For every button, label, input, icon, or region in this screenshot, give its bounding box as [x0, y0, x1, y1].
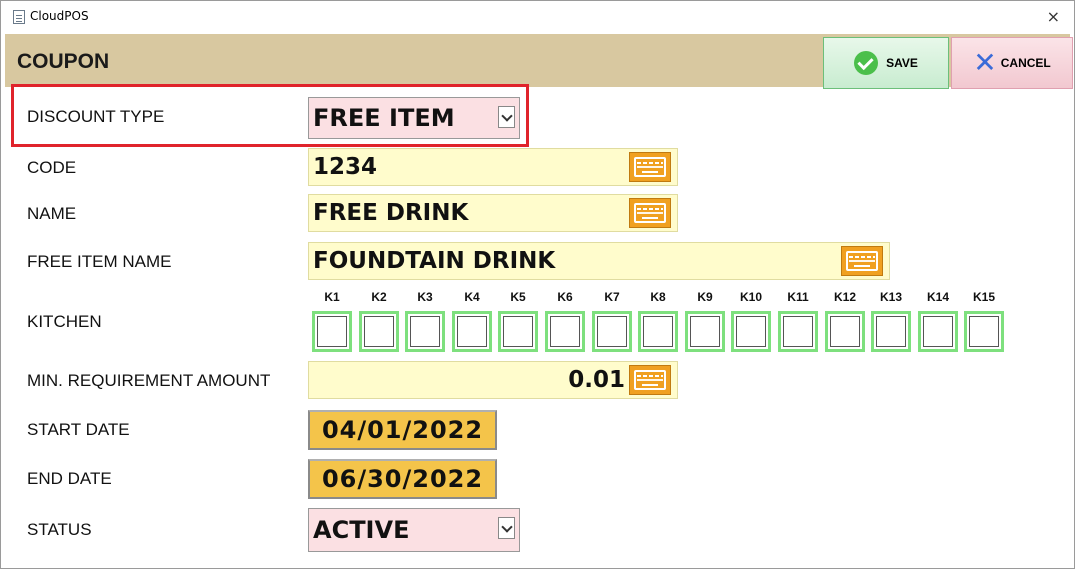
kitchen-checkbox-k8[interactable]	[638, 311, 678, 352]
kitchen-station-label: K10	[739, 290, 762, 304]
kitchen-station-label: K11	[787, 290, 809, 304]
start-date-label: START DATE	[27, 420, 130, 439]
code-label: CODE	[27, 158, 77, 177]
end-date-label: END DATE	[27, 469, 112, 488]
keyboard-icon	[634, 370, 666, 390]
chevron-down-icon[interactable]	[498, 517, 515, 539]
kitchen-checkbox-k10[interactable]	[731, 311, 771, 352]
min-requirement-value: 0.01	[568, 367, 625, 393]
save-button[interactable]: SAVE	[823, 37, 949, 89]
cancel-button[interactable]: ✕ CANCEL	[951, 37, 1073, 89]
free-item-keyboard-button[interactable]	[841, 246, 883, 276]
kitchen-station-label: K7	[604, 290, 620, 304]
kitchen-checkbox-k2[interactable]	[359, 311, 399, 352]
kitchen-station-label: K12	[833, 290, 856, 304]
min-requirement-input[interactable]: 0.01	[308, 361, 678, 399]
kitchen-checkbox-k12[interactable]	[825, 311, 865, 352]
kitchen-checkbox-k4[interactable]	[452, 311, 492, 352]
kitchen-checkbox-k5[interactable]	[498, 311, 538, 352]
name-value: FREE DRINK	[313, 200, 469, 226]
code-keyboard-button[interactable]	[629, 152, 671, 182]
kitchen-station-label: K3	[417, 290, 433, 304]
kitchen-checkbox-k13[interactable]	[871, 311, 911, 352]
code-input[interactable]: 1234	[308, 148, 678, 186]
cancel-button-label: CANCEL	[1000, 56, 1051, 70]
kitchen-station-label: K8	[650, 290, 666, 304]
name-input[interactable]: FREE DRINK	[308, 194, 678, 232]
kitchen-station-label: K2	[371, 290, 387, 304]
code-value: 1234	[313, 154, 378, 180]
kitchen-checkbox-k11[interactable]	[778, 311, 818, 352]
kitchen-checkbox-k14[interactable]	[918, 311, 958, 352]
min-requirement-label: MIN. REQUIREMENT AMOUNT	[27, 371, 271, 390]
end-date-field[interactable]: 06/30/2022	[308, 459, 497, 499]
min-requirement-keyboard-button[interactable]	[629, 365, 671, 395]
app-document-icon	[13, 10, 25, 24]
status-label: STATUS	[27, 520, 92, 539]
header-bar: COUPON SAVE ✕ CANCEL	[5, 34, 1073, 89]
kitchen-station-label: K5	[510, 290, 526, 304]
save-button-label: SAVE	[886, 56, 918, 70]
keyboard-icon	[634, 203, 666, 223]
kitchen-checkbox-k7[interactable]	[592, 311, 632, 352]
close-icon[interactable]: ×	[1047, 7, 1060, 26]
kitchen-checkbox-k6[interactable]	[545, 311, 585, 352]
title-bar: CloudPOS ×	[1, 1, 1074, 34]
kitchen-station-label: K13	[879, 290, 902, 304]
free-item-name-input[interactable]: FOUNDTAIN DRINK	[308, 242, 890, 280]
page-title: COUPON	[17, 50, 110, 73]
keyboard-icon	[846, 251, 878, 271]
kitchen-station-label: K9	[697, 290, 713, 304]
coupon-window: CloudPOS × COUPON SAVE ✕ CANCEL DISCOUNT…	[0, 0, 1075, 569]
kitchen-station-label: K4	[464, 290, 480, 304]
kitchen-station-label: K1	[324, 290, 340, 304]
kitchen-checkbox-k3[interactable]	[405, 311, 445, 352]
start-date-field[interactable]: 04/01/2022	[308, 410, 497, 450]
name-label: NAME	[27, 204, 77, 223]
status-value: ACTIVE	[313, 516, 410, 544]
check-circle-icon	[854, 51, 879, 75]
kitchen-checkbox-k9[interactable]	[685, 311, 725, 352]
kitchen-checkbox-k15[interactable]	[964, 311, 1004, 352]
keyboard-icon	[634, 157, 666, 177]
kitchen-station-label: K6	[557, 290, 573, 304]
status-select[interactable]: ACTIVE	[308, 508, 520, 552]
window-title: CloudPOS	[30, 9, 89, 23]
name-keyboard-button[interactable]	[629, 198, 671, 228]
kitchen-station-label: K15	[972, 290, 995, 304]
kitchen-label: KITCHEN	[27, 312, 102, 331]
highlight-box	[11, 84, 529, 147]
free-item-name-label: FREE ITEM NAME	[27, 252, 172, 271]
kitchen-checkbox-k1[interactable]	[312, 311, 352, 352]
free-item-name-value: FOUNDTAIN DRINK	[313, 248, 556, 274]
kitchen-station-label: K14	[926, 290, 949, 304]
x-icon: ✕	[973, 46, 997, 79]
